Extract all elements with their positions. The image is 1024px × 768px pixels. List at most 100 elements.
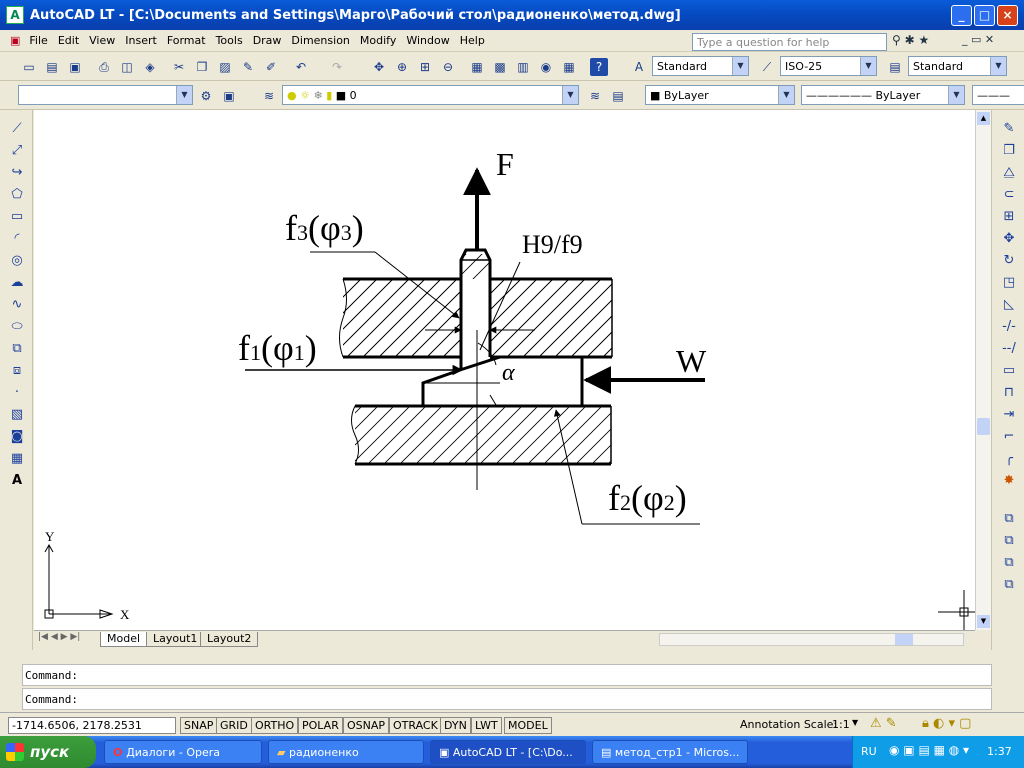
- array-icon[interactable]: ⊞: [1000, 208, 1018, 226]
- trim-icon[interactable]: -/-: [1000, 318, 1018, 336]
- osnap-toggle[interactable]: OSNAP: [343, 717, 390, 734]
- task-folder[interactable]: ▰ радионенко: [268, 740, 424, 764]
- undo-icon[interactable]: ↶: [292, 58, 310, 76]
- tab-model[interactable]: Model: [100, 632, 148, 647]
- rectangle-icon[interactable]: ▭: [8, 208, 26, 226]
- tray-icons[interactable]: ◉ ▣ ▤ ▦ ◍ ▾: [889, 743, 969, 757]
- toolbar-lock-icon[interactable]: 🔒︎ ◐ ▾ ▢: [922, 716, 971, 731]
- annotation-visibility-icon[interactable]: ⚠ ✎: [870, 716, 897, 731]
- line-icon[interactable]: ⟋: [8, 120, 26, 138]
- offset-icon[interactable]: ⊂: [1000, 186, 1018, 204]
- stretch-icon[interactable]: ◺: [1000, 296, 1018, 314]
- draworder-front-icon[interactable]: ⧉: [1000, 510, 1018, 528]
- polar-toggle[interactable]: POLAR: [298, 717, 343, 734]
- draworder-under-icon[interactable]: ⧉: [1000, 576, 1018, 594]
- zoom-previous-icon[interactable]: ⊖: [439, 58, 457, 76]
- move-icon[interactable]: ✥: [1000, 230, 1018, 248]
- menu-edit[interactable]: Edit: [53, 34, 84, 47]
- zoom-realtime-icon[interactable]: ⊕: [393, 58, 411, 76]
- rotate-icon[interactable]: ↻: [1000, 252, 1018, 270]
- annotation-scale-value[interactable]: 1:1: [832, 718, 850, 731]
- linetype-select[interactable]: —————— ByLayer ▼: [801, 85, 965, 105]
- break-icon[interactable]: ⊓: [1000, 384, 1018, 402]
- layer-manager-icon[interactable]: ≋: [260, 87, 278, 105]
- coordinates-display[interactable]: -1714.6506, 2178.2531: [8, 717, 176, 734]
- scale-icon[interactable]: ◳: [1000, 274, 1018, 292]
- ellipse-icon[interactable]: ⬭: [8, 318, 26, 336]
- block-editor-icon[interactable]: ✐: [262, 58, 280, 76]
- tab-layout1[interactable]: Layout1: [146, 632, 205, 647]
- drawing-canvas[interactable]: F W H9/f9 α f3(φ3) f1(φ1) f2(φ2) Y X: [34, 110, 976, 630]
- polygon-icon[interactable]: ⬠: [8, 186, 26, 204]
- make-current-icon[interactable]: ≋: [586, 87, 604, 105]
- workspace-save-icon[interactable]: ▣: [220, 87, 238, 105]
- point-icon[interactable]: ·: [8, 384, 26, 402]
- mtext-icon[interactable]: A: [8, 472, 26, 490]
- menu-view[interactable]: View: [84, 34, 120, 47]
- insert-block-icon[interactable]: ⧉: [8, 340, 26, 358]
- chevron-down-icon[interactable]: ▼: [852, 718, 858, 727]
- language-indicator[interactable]: RU: [861, 745, 877, 758]
- scroll-down-icon[interactable]: ▼: [977, 615, 990, 628]
- menu-tools[interactable]: Tools: [211, 34, 248, 47]
- hscroll-thumb[interactable]: [895, 634, 913, 645]
- polyline-icon[interactable]: ↪: [8, 164, 26, 182]
- print-icon[interactable]: ⎙: [95, 58, 113, 76]
- mirror-icon[interactable]: ⧋: [1000, 164, 1018, 182]
- layer-previous-icon[interactable]: ▤: [609, 87, 627, 105]
- menu-file[interactable]: File: [24, 34, 52, 47]
- pan-icon[interactable]: ✥: [370, 58, 388, 76]
- table-icon[interactable]: ▦: [8, 450, 26, 468]
- copy-icon[interactable]: ❐: [193, 58, 211, 76]
- menu-insert[interactable]: Insert: [120, 34, 162, 47]
- publish-icon[interactable]: ◈: [141, 58, 159, 76]
- table-style-icon[interactable]: ▤: [886, 58, 904, 76]
- redo-icon[interactable]: ↷: [328, 58, 346, 76]
- design-center-icon[interactable]: ▩: [491, 58, 509, 76]
- doc-icon[interactable]: ▣: [6, 34, 24, 47]
- tool-palettes-icon[interactable]: ▥: [514, 58, 532, 76]
- close-button[interactable]: ×: [997, 5, 1018, 26]
- fillet-icon[interactable]: ╭: [1000, 450, 1018, 468]
- ortho-toggle[interactable]: ORTHO: [251, 717, 299, 734]
- chamfer-icon[interactable]: ⌐: [1000, 428, 1018, 446]
- new-icon[interactable]: ▭: [20, 58, 38, 76]
- menu-format[interactable]: Format: [162, 34, 211, 47]
- layer-select[interactable]: ● ☼ ❄ ▮ ■ 0 ▼: [282, 85, 579, 105]
- circle-icon[interactable]: ◎: [8, 252, 26, 270]
- doc-window-controls[interactable]: _ ▭ ✕: [962, 33, 994, 46]
- xline-icon[interactable]: ⤢: [8, 142, 26, 160]
- text-style-icon[interactable]: A: [630, 58, 648, 76]
- join-icon[interactable]: ⇥: [1000, 406, 1018, 424]
- preview-icon[interactable]: ◫: [118, 58, 136, 76]
- dim-style-icon[interactable]: ⟋: [758, 58, 776, 76]
- horizontal-scrollbar[interactable]: [659, 633, 964, 646]
- erase-icon[interactable]: ✎: [1000, 120, 1018, 138]
- color-select[interactable]: ■ ByLayer ▼: [645, 85, 795, 105]
- menu-draw[interactable]: Draw: [248, 34, 287, 47]
- copy-object-icon[interactable]: ❐: [1000, 142, 1018, 160]
- cut-icon[interactable]: ✂: [170, 58, 188, 76]
- tab-layout2[interactable]: Layout2: [200, 632, 259, 647]
- task-word[interactable]: ▤ метод_стр1 - Micros...: [592, 740, 748, 764]
- lineweight-select[interactable]: ———: [972, 85, 1024, 105]
- workspace-select[interactable]: ▼: [18, 85, 193, 105]
- workspace-settings-icon[interactable]: ⚙: [197, 87, 215, 105]
- markup-icon[interactable]: ◉: [537, 58, 555, 76]
- tab-nav-icons[interactable]: |◀ ◀ ▶ ▶|: [38, 632, 80, 642]
- command-input[interactable]: Command:: [22, 688, 992, 710]
- extend-icon[interactable]: --/: [1000, 340, 1018, 358]
- save-icon[interactable]: ▣: [66, 58, 84, 76]
- dyn-toggle[interactable]: DYN: [440, 717, 471, 734]
- snap-toggle[interactable]: SNAP: [180, 717, 218, 734]
- table-style-select[interactable]: Standard ▼: [908, 56, 1007, 76]
- match-properties-icon[interactable]: ✎: [239, 58, 257, 76]
- explode-icon[interactable]: ✸: [1000, 472, 1018, 490]
- grid-toggle[interactable]: GRID: [216, 717, 252, 734]
- otrack-toggle[interactable]: OTRACK: [389, 717, 442, 734]
- draworder-back-icon[interactable]: ⧉: [1000, 532, 1018, 550]
- menu-help[interactable]: Help: [455, 34, 490, 47]
- vscroll-thumb[interactable]: [977, 418, 990, 435]
- draworder-above-icon[interactable]: ⧉: [1000, 554, 1018, 572]
- break-at-point-icon[interactable]: ▭: [1000, 362, 1018, 380]
